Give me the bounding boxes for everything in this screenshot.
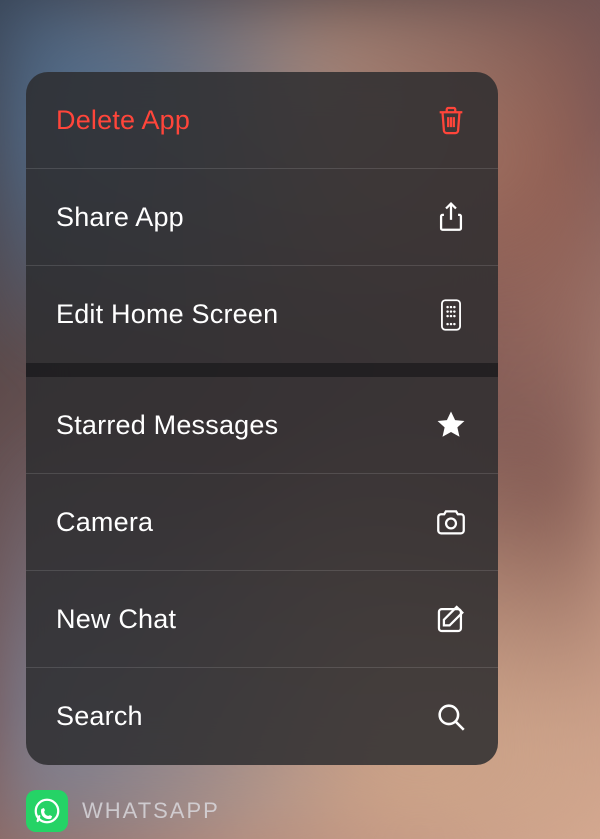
share-app-menu-item[interactable]: Share App [26,169,498,266]
delete-app-label: Delete App [56,105,190,136]
starred-messages-menu-item[interactable]: Starred Messages [26,377,498,474]
new-chat-menu-item[interactable]: New Chat [26,571,498,668]
context-menu: Delete App Share App Edit Home Screen [26,72,498,765]
new-chat-label: New Chat [56,604,176,635]
star-icon [434,408,468,442]
edit-home-screen-label: Edit Home Screen [56,299,278,330]
search-icon [434,700,468,734]
compose-icon [434,602,468,636]
camera-icon [434,505,468,539]
share-icon [434,200,468,234]
app-name-label: WHATSAPP [82,798,220,824]
camera-menu-item[interactable]: Camera [26,474,498,571]
trash-icon [434,103,468,137]
starred-messages-label: Starred Messages [56,410,278,441]
app-badge[interactable]: WHATSAPP [26,790,220,832]
menu-section-divider [26,363,498,377]
edit-home-screen-menu-item[interactable]: Edit Home Screen [26,266,498,363]
apps-grid-icon [434,298,468,332]
delete-app-menu-item[interactable]: Delete App [26,72,498,169]
share-app-label: Share App [56,202,184,233]
camera-label: Camera [56,507,153,538]
search-label: Search [56,701,143,732]
whatsapp-icon [26,790,68,832]
search-menu-item[interactable]: Search [26,668,498,765]
